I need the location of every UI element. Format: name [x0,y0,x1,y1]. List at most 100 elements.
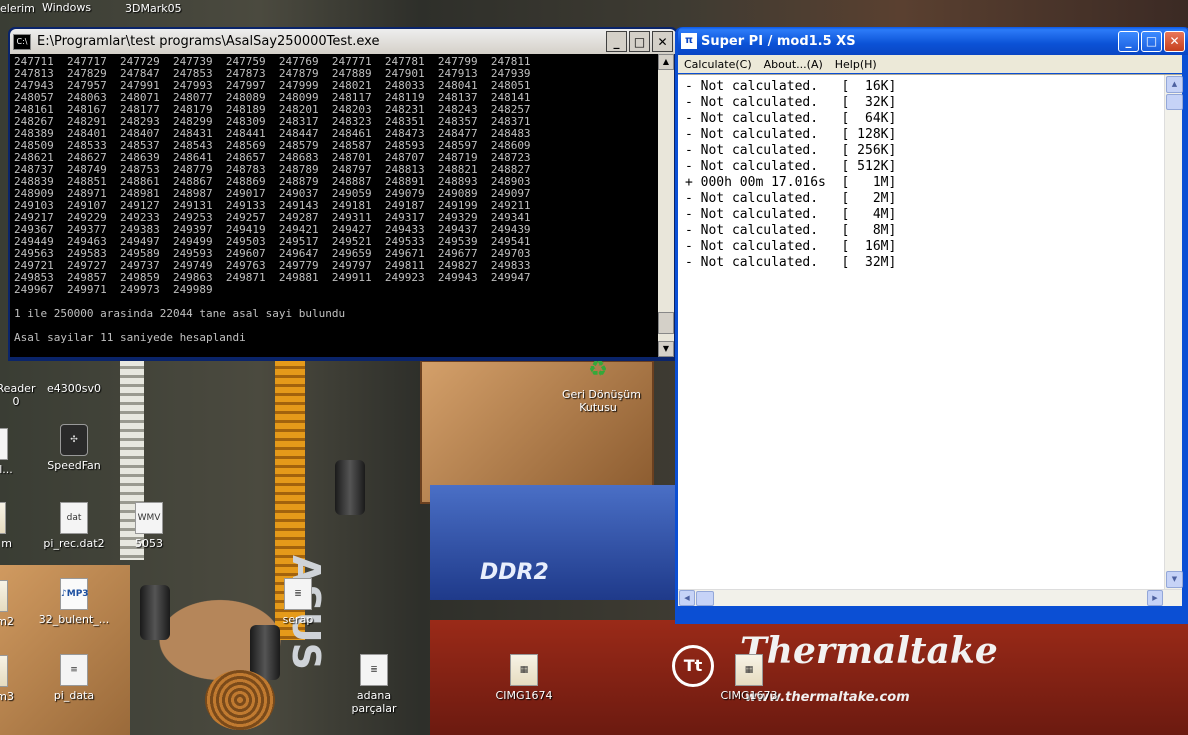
desktop-icon-adana[interactable]: ≣ adana parçalar [338,654,410,715]
file-icon [0,428,8,460]
scrollbar-thumb[interactable] [658,312,674,334]
desktop-icon-label: pi_data [53,689,95,702]
image-file-icon: ▦ [510,654,538,686]
scroll-left-icon[interactable]: ◀ [679,590,695,606]
desktop-icon-serap[interactable]: ≣ serap [262,578,334,626]
desktop-icon-label: adana parçalar [351,689,397,715]
desktop-icon-label: SpeedFan [47,459,101,472]
close-button[interactable]: ✕ [652,31,673,52]
superpi-result-row: - Not calculated. [ 4M] [685,207,897,222]
desktop-icon-e4300[interactable]: e4300sv0 [38,360,110,395]
document-icon: ≣ [360,654,388,686]
desktop-icon-wmv[interactable]: WMV 5053 [113,502,185,550]
desktop-icon-label[interactable]: Windows Live Messenger [42,2,112,14]
console-output-area[interactable]: 247711 247717 247729 247739 247759 24776… [10,54,674,357]
superpi-menubar: Calculate(C) About...(A) Help(H) [678,55,1182,73]
desktop-icon-file[interactable]: m [0,502,40,550]
desktop-icon-label[interactable]: elerim [0,2,35,15]
scrollbar-thumb[interactable] [696,591,714,606]
fan-icon: ✣ [60,424,88,456]
superpi-vertical-scrollbar[interactable]: ▲ ▼ [1164,75,1183,606]
scroll-down-icon[interactable]: ▼ [1166,571,1183,588]
music-file-icon: ♪MP3 [60,578,89,610]
superpi-result-row: - Not calculated. [ 512K] [685,159,897,174]
desktop-icon-file[interactable]: m2 [0,580,42,628]
superpi-app-icon: π [681,33,697,49]
minimize-button[interactable]: _ [606,31,627,52]
file-icon [0,655,8,687]
document-icon: ≣ [284,578,312,610]
file-icon [0,580,8,612]
wallpaper-capacitor [140,585,170,640]
superpi-result-row: - Not calculated. [ 32M] [685,255,897,270]
scroll-up-icon[interactable]: ▲ [658,54,674,70]
console-prime-row: 249967 249971 249973 249989 [14,283,213,296]
wallpaper-ram-module [430,485,675,600]
superpi-result-row: - Not calculated. [ 128K] [685,127,897,142]
desktop-icon-label: m2 [0,615,14,628]
desktop-top-labels: elerim Windows Live Messenger 3DMark05 [0,0,1188,22]
superpi-result-row: - Not calculated. [ 64K] [685,111,897,126]
desktop-icon-recycle-bin[interactable]: ♻ Geri Dönüşüm Kutusu [562,355,641,414]
desktop-icon-pi-rec[interactable]: dat pi_rec.dat2 [38,502,110,550]
desktop-icon-label: 5053 [135,537,163,550]
console-output: 247711 247717 247729 247739 247759 24776… [14,56,654,355]
superpi-result-row: - Not calculated. [ 32K] [685,95,897,110]
desktop-icon-label: CIMG1674 [495,689,553,702]
desktop-icon-label: Geri Dönüşüm Kutusu [562,388,641,414]
wallpaper-capacitor [335,460,365,515]
console-summary-line: 1 ile 250000 arasinda 22044 tane asal sa… [14,307,346,320]
scroll-right-icon[interactable]: ▶ [1147,590,1163,606]
desktop-icon-label: m [1,537,12,550]
superpi-result-row: - Not calculated. [ 16M] [685,239,897,254]
superpi-result-row: - Not calculated. [ 256K] [685,143,897,158]
desktop-icon-label: pi_rec.dat2 [43,537,105,550]
minimize-button[interactable]: _ [1118,30,1139,52]
superpi-result-row: - Not calculated. [ 8M] [685,223,897,238]
console-vertical-scrollbar[interactable]: ▲ ▼ [658,54,674,357]
scrollbar-thumb[interactable] [1166,94,1183,110]
desktop-icon-file[interactable]: m3 [0,655,42,703]
superpi-results-list[interactable]: - Not calculated. [ 16K] - Not calculated… [678,74,1183,606]
scroll-up-icon[interactable]: ▲ [1166,76,1183,93]
desktop-icon-label: m3 [0,690,14,703]
superpi-result-row: - Not calculated. [ 2M] [685,191,897,206]
wallpaper-coil [205,670,275,730]
superpi-result-row: + 000h 00m 17.016s [ 1M] [685,175,897,190]
desktop-icon-cimg1673[interactable]: ▦ CIMG1673 [713,654,785,702]
video-file-icon: WMV [135,502,163,534]
maximize-button[interactable]: □ [1141,30,1162,52]
desktop-icon-speedfan[interactable]: ✣ SpeedFan [38,424,110,472]
superpi-result-row: - Not calculated. [ 16K] [685,79,897,94]
superpi-window[interactable]: π Super PI / mod1.5 XS _ □ ✕ Calculate(C… [675,27,1188,624]
console-app-icon: C:\ [13,33,31,50]
wallpaper-ram-label: DDR2 [480,560,549,585]
console-window[interactable]: C:\ E:\Programlar\test programs\AsalSay2… [8,27,678,361]
desktop-icon-label: serap [282,613,314,626]
desktop-icon-label[interactable]: 3DMark05 [125,2,182,15]
desktop-icon-label: l... [0,463,13,476]
console-title: E:\Programlar\test programs\AsalSay25000… [37,34,380,49]
desktop-icon-label: e4300sv0 [46,382,101,395]
superpi-results: - Not calculated. [ 16K] - Not calculated… [685,79,896,271]
text-file-icon: ≡ [60,654,88,686]
superpi-horizontal-scrollbar[interactable]: ◀ ▶ [678,589,1182,606]
scroll-down-icon[interactable]: ▼ [658,341,674,357]
maximize-button[interactable]: □ [629,31,650,52]
data-file-icon: dat [60,502,88,534]
menu-help[interactable]: Help(H) [829,58,883,71]
image-file-icon: ▦ [735,654,763,686]
desktop-icon-file[interactable]: l... [0,428,42,476]
menu-about[interactable]: About...(A) [758,58,829,71]
menu-calculate[interactable]: Calculate(C) [678,58,758,71]
close-button[interactable]: ✕ [1164,30,1185,52]
superpi-titlebar[interactable]: π Super PI / mod1.5 XS _ □ ✕ [678,27,1188,55]
desktop-icon-label: CIMG1673 [720,689,778,702]
desktop-icon-pi-data[interactable]: ≡ pi_data [38,654,110,702]
desktop-icon-cimg1674[interactable]: ▦ CIMG1674 [488,654,560,702]
console-time-line: Asal sayilar 11 saniyede hesaplandi [14,331,246,344]
console-titlebar[interactable]: C:\ E:\Programlar\test programs\AsalSay2… [10,29,676,54]
wallpaper-brand-logo: Tt [672,645,714,687]
desktop-icon-label: 32_bulent_... [38,613,110,626]
desktop-icon-mp3[interactable]: ♪MP3 32_bulent_... [38,578,110,626]
